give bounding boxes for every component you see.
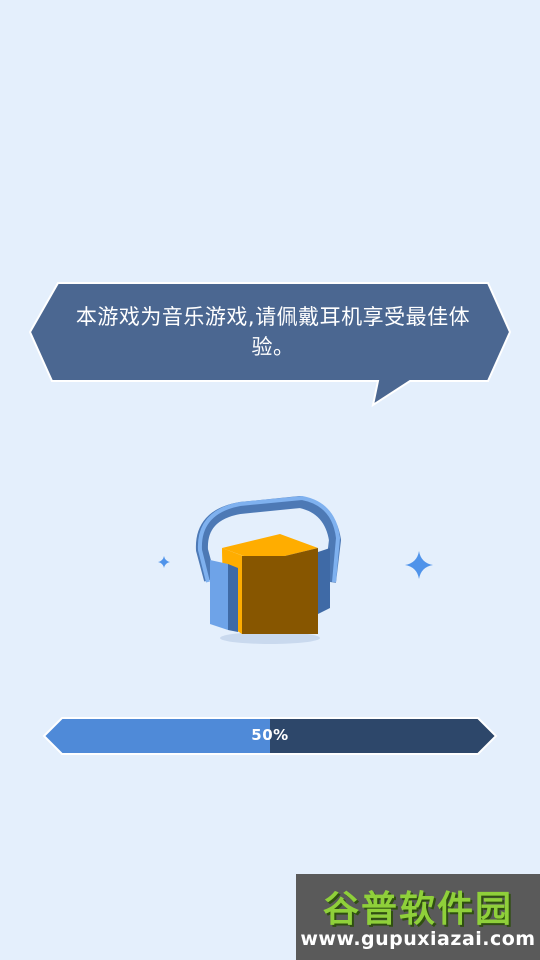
sparkle-icon: [158, 556, 170, 568]
headphone-tip-text: 本游戏为音乐游戏,请佩戴耳机享受最佳体验。: [75, 305, 471, 359]
watermark-url: www.gupuxiazai.com: [300, 928, 536, 950]
watermark: 谷普软件园 www.gupuxiazai.com: [296, 874, 540, 960]
sparkle-icon: [405, 551, 433, 579]
watermark-logo: 谷普软件园: [322, 889, 513, 930]
headphone-cube-icon: [195, 496, 341, 644]
progress-percent: 50%: [251, 726, 289, 744]
